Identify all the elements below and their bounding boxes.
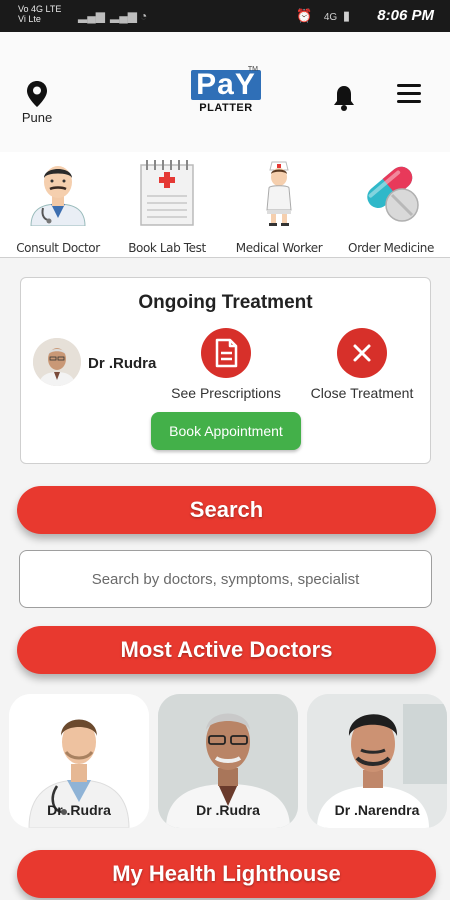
- doctor-avatar: [33, 338, 81, 386]
- logo-platter: PLATTER: [199, 102, 253, 114]
- doctor-icon: [30, 166, 86, 227]
- location-selector[interactable]: Pune: [20, 80, 54, 125]
- most-active-doctors-heading[interactable]: Most Active Doctors: [17, 626, 436, 674]
- service-label: Order Medicine: [348, 241, 434, 255]
- doctor-name: Dr .Rudra: [88, 355, 157, 372]
- service-order-medicine[interactable]: Order Medicine: [336, 158, 446, 255]
- logo-trademark: TM: [247, 66, 258, 73]
- menu-button[interactable]: [397, 84, 421, 108]
- doctor-card-name: Dr .Rudra: [196, 802, 260, 818]
- active-doctor-card[interactable]: Dr .Narendra: [307, 694, 447, 828]
- carrier-line-1: Vo 4G LTE: [18, 4, 62, 14]
- see-prescriptions-button[interactable]: See Prescriptions: [161, 328, 291, 401]
- hamburger-menu-icon: [397, 84, 421, 87]
- see-prescriptions-label: See Prescriptions: [171, 385, 281, 401]
- signal-icon: ▂▄▆: [110, 9, 137, 23]
- status-bar: Vo 4G LTE Vi Lte ▂▄▆ ▂▄▆ ◔ ⏰ 4G ▮ 8:06 P…: [0, 0, 450, 32]
- carrier-info: Vo 4G LTE Vi Lte: [18, 4, 61, 24]
- bell-icon: [334, 86, 354, 111]
- close-treatment-label: Close Treatment: [310, 385, 414, 401]
- search-input[interactable]: [20, 551, 431, 607]
- alarm-icon: ⏰: [296, 8, 313, 23]
- pills-icon: [367, 166, 419, 222]
- close-icon: [353, 344, 371, 362]
- search-field: [19, 550, 432, 608]
- doctor-photo: [33, 338, 81, 386]
- logo-pay: PaY: [191, 70, 261, 100]
- battery-icon: ▮: [342, 8, 350, 23]
- service-medical-worker[interactable]: Medical Worker: [224, 158, 334, 255]
- service-consult-doctor[interactable]: Consult Doctor: [3, 158, 113, 255]
- app-header: Pune PaY TM PLATTER: [0, 32, 450, 152]
- active-doctor-card[interactable]: Dr .Rudra: [9, 694, 149, 828]
- service-book-lab-test[interactable]: Book Lab Test: [112, 158, 222, 255]
- prescription-icon-circle: [201, 328, 251, 378]
- close-icon-circle: [337, 328, 387, 378]
- book-appointment-button[interactable]: Book Appointment: [151, 412, 301, 450]
- network-label: 4G: [323, 12, 338, 23]
- search-button[interactable]: Search: [17, 486, 436, 534]
- nurse-icon: [266, 161, 292, 226]
- clipboard-icon: [140, 160, 194, 226]
- ongoing-treatment-card: Ongoing Treatment Dr .Rudra See Prescrip…: [20, 277, 431, 464]
- active-doctor-card[interactable]: Dr .Rudra: [158, 694, 298, 828]
- service-label: Book Lab Test: [128, 241, 206, 255]
- treatment-title: Ongoing Treatment: [138, 292, 313, 313]
- notifications-button[interactable]: [331, 84, 357, 117]
- service-label: Medical Worker: [235, 241, 323, 255]
- services-row: Consult Doctor Book Lab Test Medical Wor…: [0, 152, 450, 258]
- service-label: Consult Doctor: [16, 241, 100, 255]
- clock: 8:06 PM: [377, 7, 434, 24]
- carrier-line-2: Vi Lte: [18, 14, 41, 24]
- document-icon: [215, 338, 238, 368]
- doctor-card-name: Dr .Rudra: [47, 802, 111, 818]
- payplatter-logo: PaY TM PLATTER: [190, 66, 262, 122]
- my-health-lighthouse-heading[interactable]: My Health Lighthouse: [17, 850, 436, 898]
- doctor-card-name: Dr .Narendra: [334, 802, 420, 818]
- close-treatment-button[interactable]: Close Treatment: [297, 328, 427, 401]
- location-label: Pune: [21, 110, 53, 125]
- map-pin-icon: [27, 81, 47, 107]
- status-icons: ⏰ 4G ▮: [296, 8, 350, 24]
- wifi-icon: ◔: [140, 9, 148, 23]
- signal-icon: ▂▄▆: [78, 9, 105, 23]
